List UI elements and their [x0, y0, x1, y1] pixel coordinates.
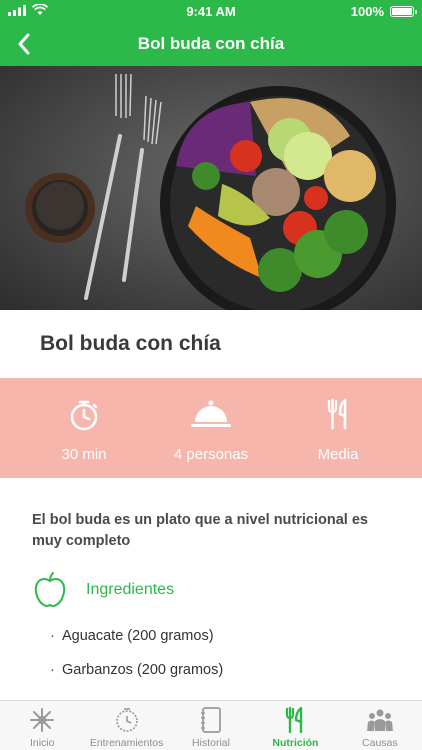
ingredients-title: Ingredientes — [86, 581, 175, 598]
difficulty-label: Media — [317, 446, 359, 463]
notebook-icon — [201, 707, 221, 733]
info-difficulty: Media — [268, 378, 408, 478]
back-button[interactable] — [8, 28, 40, 60]
ingredient-text: Garbanzos (200 gramos) — [62, 662, 224, 678]
title-block: Bol buda con chía — [0, 310, 422, 378]
recipe-title: Bol buda con chía — [40, 332, 221, 355]
tab-inicio[interactable]: Inicio — [0, 701, 84, 750]
list-item: · Garbanzos (200 gramos) — [50, 662, 224, 678]
app-header: 9:41 AM 100% Bol buda con chía — [0, 0, 422, 66]
people-icon — [366, 709, 393, 731]
tab-label: Entrenamientos — [89, 737, 164, 749]
ingredient-text: Aguacate (200 gramos) — [62, 628, 214, 644]
recipe-photo — [0, 66, 422, 310]
stopwatch-icon — [70, 400, 98, 431]
info-time: 30 min — [14, 378, 154, 478]
status-bar: 9:41 AM 100% — [0, 0, 422, 22]
tab-label: Nutrición — [272, 737, 319, 749]
list-item: · Aguacate (200 gramos) — [50, 628, 214, 644]
apple-icon — [34, 572, 66, 607]
nav-title: Bol buda con chía — [137, 34, 285, 53]
tab-label: Causas — [362, 737, 398, 749]
serving-cloche-icon — [191, 400, 231, 427]
tab-entrenamientos[interactable]: Entrenamientos — [84, 701, 168, 750]
starburst-icon — [30, 708, 55, 732]
battery-icon — [390, 6, 417, 17]
fork-knife-icon — [327, 398, 347, 430]
fork-knife-icon — [286, 707, 303, 733]
stopwatch-icon — [115, 708, 138, 732]
recipe-description: El bol buda es un plato que a nivel nutr… — [32, 512, 368, 549]
tab-bar: Inicio Entrenamientos Historial Nutrició… — [0, 700, 422, 750]
recipe-info-band: 30 min 4 personas Media — [0, 378, 422, 478]
info-servings: 4 personas — [141, 378, 281, 478]
ingredients-header: Ingredientes — [34, 572, 174, 608]
tab-nutricion[interactable]: Nutrición — [253, 701, 337, 750]
tab-historial[interactable]: Historial — [169, 701, 253, 750]
servings-label: 4 personas — [173, 446, 249, 463]
status-right: 100% — [350, 4, 417, 19]
nav-bar: Bol buda con chía — [0, 22, 422, 66]
ingredients-list: · Aguacate (200 gramos) · Garbanzos (200 g… — [50, 626, 223, 694]
tab-causas[interactable]: Causas — [338, 701, 422, 750]
recipe-content: El bol buda es un plato que a nivel nutr… — [0, 478, 422, 700]
chevron-left-icon — [18, 33, 30, 55]
battery-percent: 100% — [350, 4, 384, 19]
tab-label: Inicio — [29, 737, 55, 749]
time-label: 30 min — [61, 446, 107, 463]
tab-label: Historial — [192, 737, 230, 749]
